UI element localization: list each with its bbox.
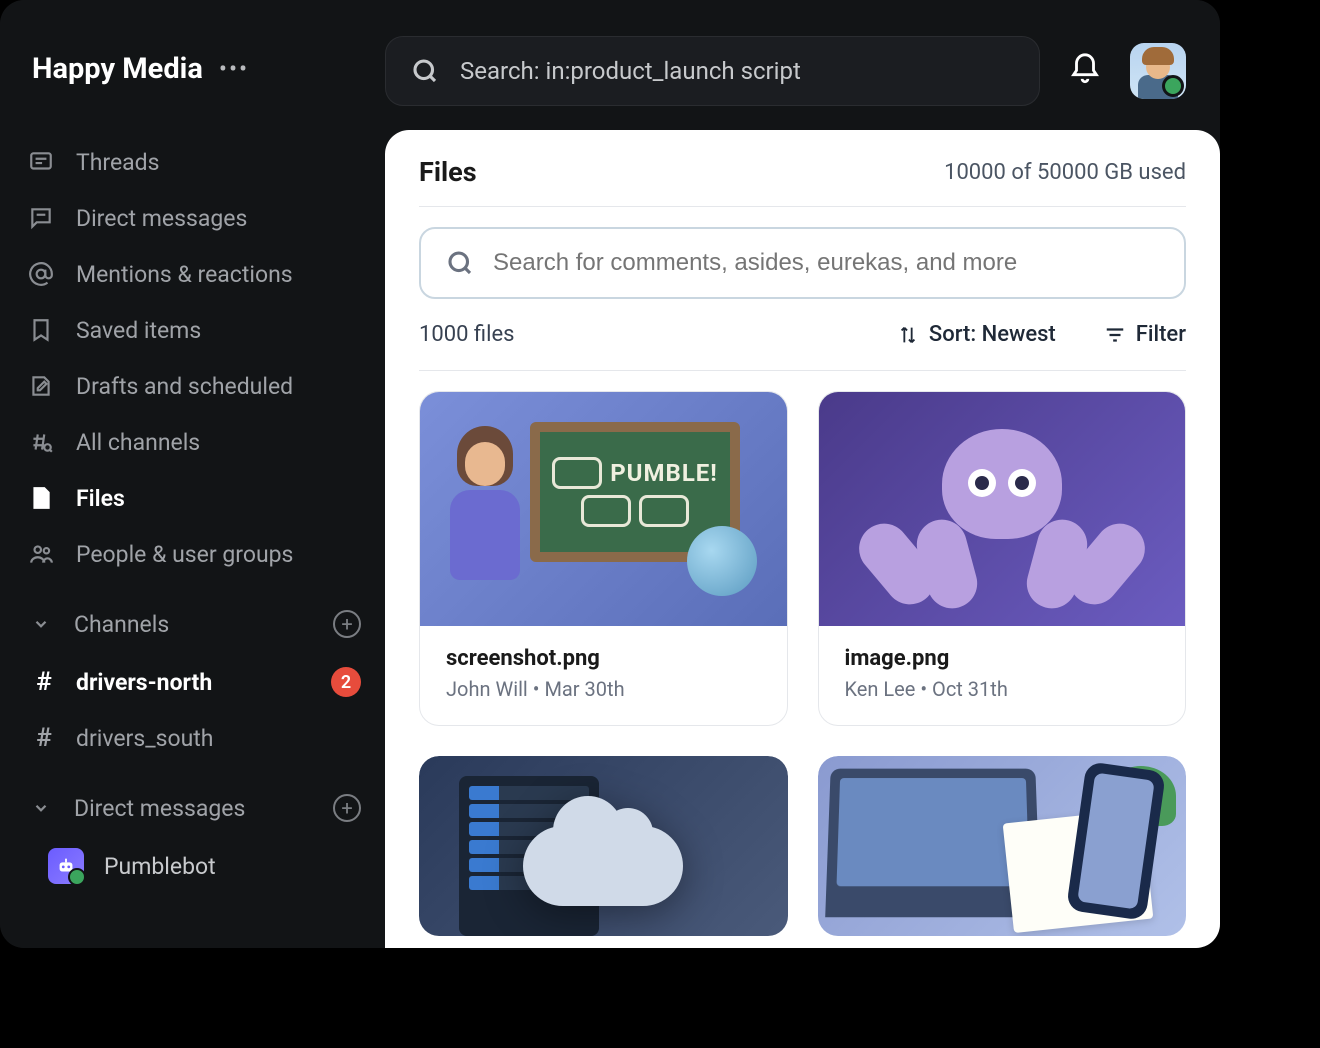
main: Search: in:product_launch script Files 1…	[385, 0, 1220, 948]
nav-label: All channels	[76, 429, 200, 456]
sort-control[interactable]: Sort: Newest	[897, 322, 1056, 347]
nav-label: People & user groups	[76, 541, 293, 568]
nav-label: Direct messages	[76, 205, 247, 232]
file-name: screenshot.png	[446, 646, 761, 671]
channel-drivers-north[interactable]: # drivers-north 2	[28, 654, 361, 710]
sort-label: Sort: Newest	[929, 322, 1056, 347]
storage-usage: 10000 of 50000 GB used	[944, 160, 1186, 185]
file-meta: image.png Ken Lee • Oct 31th	[819, 626, 1186, 725]
threads-icon	[28, 149, 54, 175]
filter-icon	[1104, 324, 1126, 346]
search-icon	[410, 56, 440, 86]
channels-section-header[interactable]: Channels +	[28, 594, 361, 654]
file-card[interactable]: PUMBLE! screenshot.png John Will • Mar 3…	[419, 391, 788, 726]
add-channel-icon[interactable]: +	[333, 610, 361, 638]
file-author-date: John Will • Mar 30th	[446, 677, 761, 701]
file-card[interactable]	[818, 756, 1187, 936]
section-title: Direct messages	[74, 795, 313, 822]
file-card[interactable]: image.png Ken Lee • Oct 31th	[818, 391, 1187, 726]
nav-label: Files	[76, 485, 125, 512]
draft-icon	[28, 373, 54, 399]
search-text: Search: in:product_launch script	[460, 57, 801, 85]
channel-name: drivers_south	[76, 725, 361, 752]
sidebar: Happy Media ••• Threads Direct messages …	[0, 0, 385, 948]
nav-mentions[interactable]: Mentions & reactions	[28, 246, 361, 302]
workspace-menu-icon[interactable]: •••	[219, 55, 249, 83]
nav-threads[interactable]: Threads	[28, 134, 361, 190]
panel-title: Files	[419, 156, 477, 188]
files-panel: Files 10000 of 50000 GB used 1000 files …	[385, 130, 1220, 948]
nav-all-channels[interactable]: All channels	[28, 414, 361, 470]
file-name: image.png	[845, 646, 1160, 671]
sort-icon	[897, 324, 919, 346]
file-thumbnail	[818, 756, 1187, 936]
user-avatar[interactable]	[1130, 43, 1186, 99]
filter-label: Filter	[1136, 322, 1186, 347]
channel-drivers-south[interactable]: # drivers_south	[28, 710, 361, 766]
at-icon	[28, 261, 54, 287]
nav-label: Mentions & reactions	[76, 261, 293, 288]
global-search[interactable]: Search: in:product_launch script	[385, 36, 1040, 106]
workspace-name: Happy Media	[32, 52, 203, 86]
dm-name: Pumblebot	[104, 853, 216, 880]
files-header: Files 10000 of 50000 GB used	[419, 156, 1186, 207]
nav-files[interactable]: Files	[28, 470, 361, 526]
add-dm-icon[interactable]: +	[333, 794, 361, 822]
file-thumbnail: PUMBLE!	[420, 392, 787, 626]
bot-avatar	[48, 848, 84, 884]
file-count: 1000 files	[419, 322, 877, 347]
file-thumbnail	[819, 392, 1186, 626]
file-meta: screenshot.png John Will • Mar 30th	[420, 626, 787, 725]
workspace-header[interactable]: Happy Media •••	[28, 0, 361, 134]
nav-direct-messages[interactable]: Direct messages	[28, 190, 361, 246]
section-title: Channels	[74, 611, 313, 638]
files-search[interactable]	[419, 227, 1186, 299]
file-card[interactable]	[419, 756, 788, 936]
topbar: Search: in:product_launch script	[385, 0, 1220, 130]
nav-people[interactable]: People & user groups	[28, 526, 361, 582]
search-icon	[445, 248, 475, 278]
nav-saved[interactable]: Saved items	[28, 302, 361, 358]
app-window: Happy Media ••• Threads Direct messages …	[0, 0, 1220, 948]
hash-icon: #	[32, 667, 56, 697]
files-grid: PUMBLE! screenshot.png John Will • Mar 3…	[419, 391, 1186, 936]
bookmark-icon	[28, 317, 54, 343]
people-icon	[28, 541, 54, 567]
chevron-down-icon	[28, 799, 54, 817]
nav-label: Threads	[76, 149, 160, 176]
nav-label: Drafts and scheduled	[76, 373, 293, 400]
dm-pumblebot[interactable]: Pumblebot	[28, 838, 361, 894]
dm-icon	[28, 205, 54, 231]
file-thumbnail	[419, 756, 788, 936]
channel-name: drivers-north	[76, 669, 311, 696]
notifications-icon[interactable]	[1068, 52, 1102, 90]
hash-search-icon	[28, 429, 54, 455]
chevron-down-icon	[28, 615, 54, 633]
file-author-date: Ken Lee • Oct 31th	[845, 677, 1160, 701]
file-search-icon	[28, 485, 54, 511]
files-search-input[interactable]	[493, 249, 1160, 277]
hash-icon: #	[32, 723, 56, 753]
nav-label: Saved items	[76, 317, 201, 344]
unread-badge: 2	[331, 667, 361, 697]
dm-section-header[interactable]: Direct messages +	[28, 778, 361, 838]
nav-drafts[interactable]: Drafts and scheduled	[28, 358, 361, 414]
files-toolbar: 1000 files Sort: Newest Filter	[419, 299, 1186, 371]
filter-control[interactable]: Filter	[1104, 322, 1186, 347]
